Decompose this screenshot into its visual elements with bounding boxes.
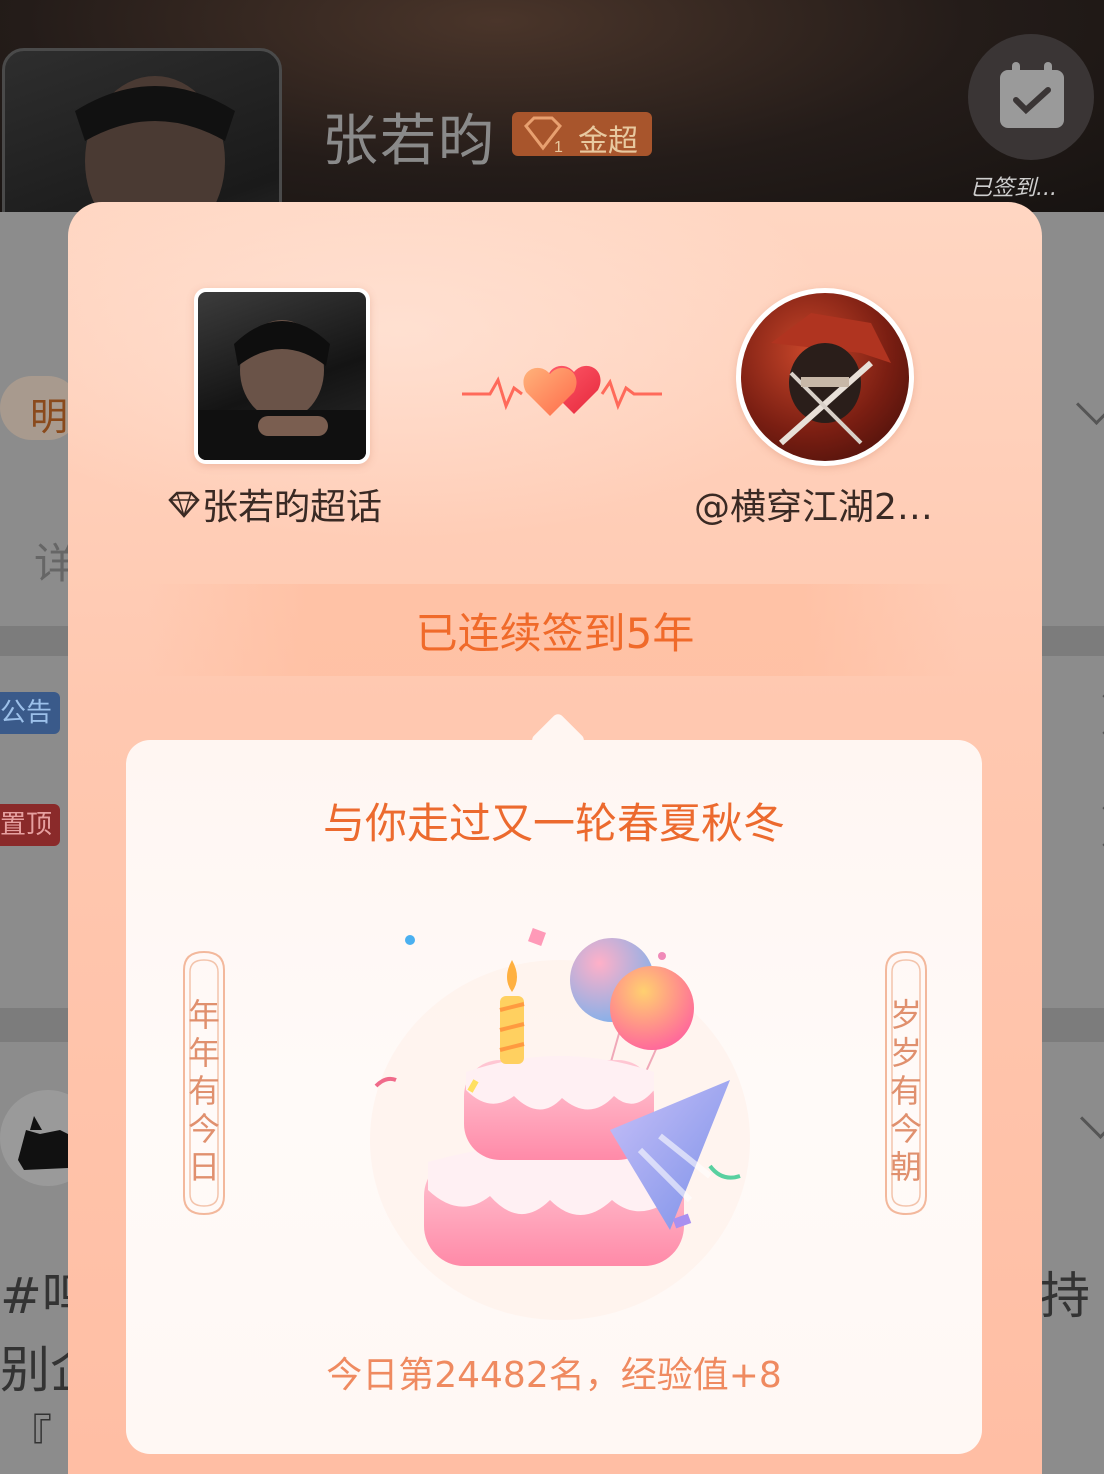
heart-link-icon xyxy=(462,365,662,416)
rank-experience-text: 今日第24482名，经验值+8 xyxy=(326,1355,782,1396)
couplet-char: 今 xyxy=(889,1110,922,1148)
supertopic-name: 张若昀超话 xyxy=(166,478,382,530)
couplet-char: 年 xyxy=(187,1034,220,1072)
supertopic-avatar xyxy=(194,288,370,464)
couplet-char: 岁 xyxy=(889,996,922,1034)
couplet-char: 朝 xyxy=(889,1148,922,1186)
couplet-right: 岁 岁 有 今 朝 xyxy=(880,950,932,1216)
post-text-side[interactable]: 持 xyxy=(1040,1256,1090,1328)
notice-tag: 公告 xyxy=(0,692,60,734)
supertopic-name-text: 张若昀超话 xyxy=(202,487,383,528)
pinned-tag: 置顶 xyxy=(0,804,60,846)
card-title: 与你走过又一轮春夏秋冬 xyxy=(322,799,785,848)
badge-label: 金超 xyxy=(578,124,638,159)
post-text-line[interactable]: 『 xyxy=(8,1400,52,1464)
user-avatar xyxy=(736,288,914,466)
supertopic-title: 张若昀 xyxy=(322,109,496,174)
diamond-icon: 1 xyxy=(524,116,563,156)
couplet-char: 有 xyxy=(187,1072,220,1110)
couplet-char: 年 xyxy=(187,996,220,1034)
streak-text: 已连续签到5年 xyxy=(415,609,695,658)
couplet-left: 年 年 有 今 日 xyxy=(178,950,230,1216)
diamond-icon xyxy=(168,491,200,518)
tab-chip-label: 明 xyxy=(30,395,69,439)
user-name: @横穿江湖2… xyxy=(694,487,933,528)
svg-text:1: 1 xyxy=(554,139,563,156)
couplet-char: 日 xyxy=(187,1148,220,1186)
checkin-calendar-button[interactable] xyxy=(968,34,1094,160)
couplet-char: 有 xyxy=(889,1072,922,1110)
couplet-char: 今 xyxy=(187,1110,220,1148)
checkin-caption: 已签到... xyxy=(970,176,1057,201)
calendar-check-icon xyxy=(1000,62,1064,128)
couplet-char: 岁 xyxy=(889,1034,922,1072)
anniversary-card: 与你走过又一轮春夏秋冬 年 年 有 今 日 岁 岁 有 今 朝 今日第24482… xyxy=(126,740,982,1454)
birthday-cake-illustration xyxy=(370,928,750,1320)
checkin-anniversary-modal: 张若昀超话 @横穿江湖2… 已连续签到5年 与你走过又一轮春夏秋冬 年 年 有 … xyxy=(68,202,1042,1474)
